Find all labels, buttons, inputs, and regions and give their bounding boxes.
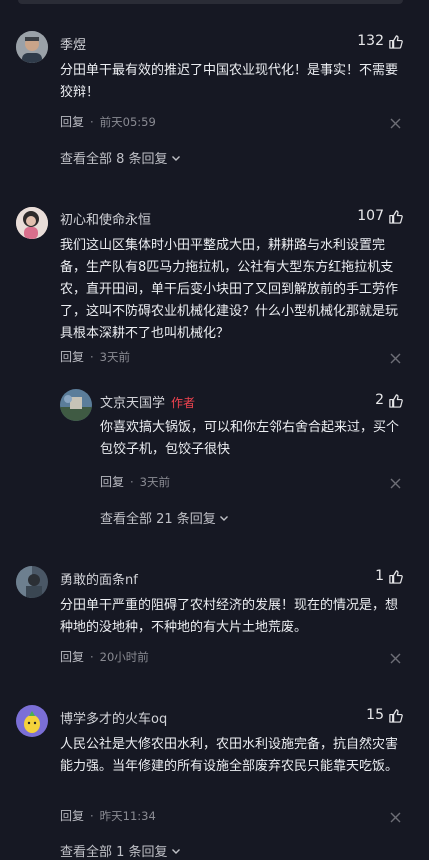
separator-dot: · — [90, 808, 94, 823]
timestamp: 前天05:59 — [99, 114, 156, 129]
author-badge: 作者 — [171, 396, 196, 410]
like-button[interactable]: 107 — [357, 208, 403, 224]
comment-text: 分田单干最有效的推迟了中国农业现代化！是事实！不需要狡辩！ — [60, 63, 399, 100]
reply-username[interactable]: 文京天国学 作者 — [100, 392, 195, 411]
thumbs-up-icon — [389, 209, 403, 224]
timestamp: 昨天11:34 — [99, 808, 156, 823]
avatar[interactable] — [16, 566, 48, 598]
chevron-down-icon — [219, 515, 228, 521]
comment-text: 人民公社是大修农田水利，农田水利设施完备，抗自然灾害能力强。当年修建的所有设施全… — [60, 737, 399, 774]
like-button[interactable]: 2 — [375, 392, 403, 408]
timestamp: 3天前 — [139, 474, 170, 489]
like-count: 15 — [366, 707, 384, 723]
thumbs-up-icon — [389, 34, 403, 49]
view-all-label: 查看全部 1 条回复 — [60, 845, 168, 860]
separator-dot: · — [130, 474, 134, 489]
view-all-label: 查看全部 8 条回复 — [60, 152, 168, 167]
close-icon[interactable] — [390, 653, 401, 664]
reply-username-text: 文京天国学 — [100, 396, 166, 411]
like-count: 1 — [375, 568, 384, 584]
like-count: 107 — [357, 208, 384, 224]
view-all-replies-button[interactable]: 查看全部 21 条回复 — [100, 508, 229, 527]
avatar[interactable] — [16, 705, 48, 737]
like-button[interactable]: 1 — [375, 568, 403, 584]
thumbs-up-icon — [389, 708, 403, 723]
chevron-down-icon — [171, 155, 180, 161]
timestamp: 3天前 — [99, 349, 130, 364]
username[interactable]: 勇敢的面条nf — [60, 569, 138, 588]
close-icon[interactable] — [390, 478, 401, 489]
reply-button[interactable]: 回复 — [60, 348, 84, 365]
separator-dot: · — [90, 349, 94, 364]
username[interactable]: 博学多才的火车oq — [60, 708, 167, 727]
reply-button[interactable]: 回复 — [60, 648, 84, 665]
thumbs-up-icon — [389, 393, 403, 408]
like-count: 132 — [357, 33, 384, 49]
close-icon[interactable] — [390, 353, 401, 364]
reply-text: 你喜欢搞大锅饭，可以和你左邻右舍合起来过，买个包饺子机，包饺子很快 — [100, 420, 400, 457]
close-icon[interactable] — [390, 118, 401, 129]
thumbs-up-icon — [389, 569, 403, 584]
avatar[interactable] — [16, 31, 48, 63]
chevron-down-icon — [171, 848, 180, 854]
like-count: 2 — [375, 392, 384, 408]
reply-button[interactable]: 回复 — [60, 113, 84, 130]
avatar[interactable] — [16, 207, 48, 239]
comment-meta: 回复 · 昨天11:34 — [60, 807, 156, 824]
view-all-label: 查看全部 21 条回复 — [100, 512, 216, 527]
comment-meta: 回复 · 20小时前 — [60, 648, 149, 665]
reply-button[interactable]: 回复 — [60, 807, 84, 824]
comment-text: 我们这山区集体时小田平整成大田，耕耕路与水利设置完备，生产队有8匹马力拖拉机，公… — [60, 238, 399, 341]
username[interactable]: 初心和使命永恒 — [60, 209, 151, 228]
top-scroll-edge — [18, 0, 403, 4]
separator-dot: · — [90, 649, 94, 664]
username[interactable]: 季煜 — [60, 34, 86, 53]
comment-text: 分田单干严重的阻碍了农村经济的发展！现在的情况是，想种地的没地种，不种地的有大片… — [60, 598, 399, 635]
separator-dot: · — [90, 114, 94, 129]
like-button[interactable]: 15 — [366, 707, 403, 723]
view-all-replies-button[interactable]: 查看全部 8 条回复 — [60, 148, 181, 167]
avatar[interactable] — [60, 389, 92, 421]
reply-button[interactable]: 回复 — [100, 473, 124, 490]
timestamp: 20小时前 — [99, 649, 149, 664]
like-button[interactable]: 132 — [357, 33, 403, 49]
close-icon[interactable] — [390, 812, 401, 823]
comment-meta: 回复 · 前天05:59 — [60, 113, 156, 130]
view-all-replies-button[interactable]: 查看全部 1 条回复 — [60, 841, 181, 860]
comment-meta: 回复 · 3天前 — [60, 348, 130, 365]
reply-meta: 回复 · 3天前 — [100, 473, 170, 490]
